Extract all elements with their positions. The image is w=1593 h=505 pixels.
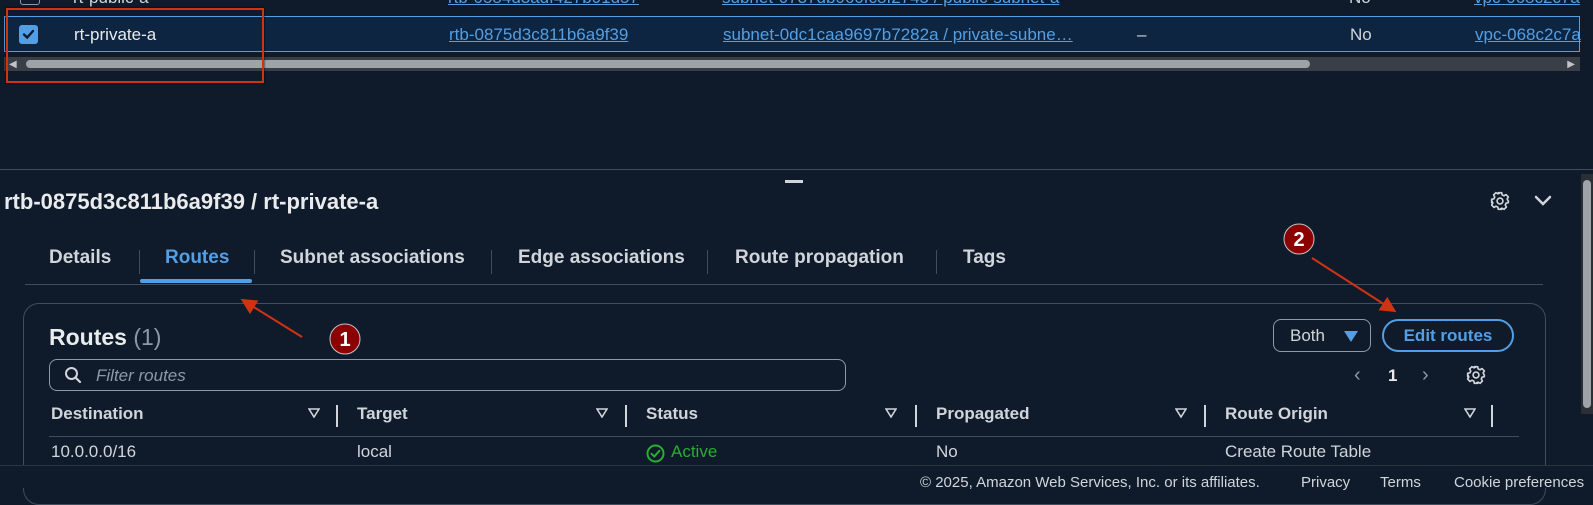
vpc-link[interactable]: vpc-068c2c7a — [1474, 0, 1580, 8]
tab-details[interactable]: Details — [49, 247, 111, 269]
sort-icon[interactable] — [885, 408, 897, 418]
row-name: rt-public-a — [73, 0, 149, 8]
details-split-panel: rtb-0875d3c811b6a9f39 / rt-private-a Det… — [0, 169, 1593, 505]
tab-subnet-associations[interactable]: Subnet associations — [280, 247, 465, 269]
row-edge: – — [1137, 25, 1147, 44]
gear-icon[interactable] — [1490, 191, 1510, 211]
scrollbar-thumb[interactable] — [1583, 180, 1591, 408]
row-main: No — [1350, 25, 1372, 44]
tab-divider — [936, 250, 937, 274]
footer: © 2025, Amazon Web Services, Inc. or its… — [0, 465, 1593, 491]
column-header-status[interactable]: Status — [646, 404, 698, 424]
search-input[interactable] — [94, 365, 838, 387]
current-page[interactable]: 1 — [1388, 366, 1397, 386]
rtb-id-link[interactable]: rtb-0875d3c811b6a9f39 — [449, 25, 628, 45]
column-divider[interactable] — [915, 405, 917, 427]
cell-status: Active — [671, 442, 718, 461]
tab-divider — [707, 250, 708, 274]
page-title: rtb-0875d3c811b6a9f39 / rt-private-a — [4, 189, 379, 214]
search-icon — [65, 367, 82, 384]
sort-icon[interactable] — [1464, 408, 1476, 418]
copyright-text: © 2025, Amazon Web Services, Inc. or its… — [920, 474, 1260, 491]
cell-destination: 10.0.0.0/16 — [51, 442, 137, 461]
check-circle-icon — [646, 444, 665, 463]
active-tab-indicator — [140, 279, 252, 283]
route-tables-list: rt-public-a rtb-0584d3adf427b01d57 subne… — [0, 0, 1593, 170]
table-header: Destination Target Status Propagated Rou… — [49, 402, 1519, 437]
column-divider[interactable] — [625, 405, 627, 427]
routes-heading: Routes (1) — [49, 324, 161, 351]
route-filter-dropdown[interactable]: Both — [1273, 319, 1371, 352]
column-header-route-origin[interactable]: Route Origin — [1225, 404, 1328, 424]
tab-divider — [254, 250, 255, 274]
column-header-target[interactable]: Target — [357, 404, 408, 424]
tab-divider — [139, 250, 140, 274]
tab-routes[interactable]: Routes — [165, 247, 229, 269]
subnet-link[interactable]: subnet-0dc1caa9697b7282a / private-subne… — [723, 25, 1073, 45]
routes-heading-label: Routes — [49, 324, 127, 350]
chevron-right-icon[interactable]: › — [1422, 364, 1429, 387]
vertical-scrollbar[interactable] — [1581, 174, 1593, 414]
sort-icon[interactable] — [1175, 408, 1187, 418]
cookie-preferences-link[interactable]: Cookie preferences — [1454, 474, 1584, 491]
tab-route-propagation[interactable]: Route propagation — [735, 247, 904, 269]
chevron-left-icon[interactable]: ‹ — [1354, 364, 1361, 387]
row-main: No — [1349, 0, 1371, 8]
privacy-link[interactable]: Privacy — [1301, 474, 1350, 491]
rtb-id-link[interactable]: rtb-0584d3adf427b01d57 — [448, 0, 639, 8]
gear-icon[interactable] — [1466, 365, 1486, 385]
tab-divider — [491, 250, 492, 274]
column-divider[interactable] — [1491, 405, 1493, 427]
row-checkbox[interactable] — [20, 0, 40, 5]
column-divider[interactable] — [336, 405, 338, 427]
cell-propagated: No — [936, 442, 958, 461]
subnet-link[interactable]: subnet-0737db060fc8f2745 / public-subnet… — [722, 0, 1059, 8]
tab-edge-associations[interactable]: Edge associations — [518, 247, 685, 269]
vpc-link[interactable]: vpc-068c2c7a — [1475, 25, 1581, 45]
edit-routes-button[interactable]: Edit routes — [1382, 319, 1514, 352]
terms-link[interactable]: Terms — [1380, 474, 1421, 491]
scroll-right-icon[interactable]: ▶ — [1567, 59, 1575, 70]
column-header-destination[interactable]: Destination — [51, 404, 144, 424]
highlight-box — [6, 8, 264, 83]
search-field[interactable] — [49, 359, 846, 391]
cell-route-origin: Create Route Table — [1225, 442, 1372, 461]
routes-count: (1) — [133, 324, 162, 350]
chevron-down-icon[interactable] — [1534, 193, 1552, 207]
dropdown-value: Both — [1290, 326, 1325, 345]
caret-down-icon — [1344, 331, 1358, 342]
column-header-propagated[interactable]: Propagated — [936, 404, 1030, 424]
resize-handle[interactable] — [785, 180, 803, 183]
column-divider[interactable] — [1204, 405, 1206, 427]
tab-list: Details Routes Subnet associations Edge … — [25, 242, 1543, 285]
cell-target: local — [357, 442, 392, 461]
sort-icon[interactable] — [596, 408, 608, 418]
sort-icon[interactable] — [308, 408, 320, 418]
tab-tags[interactable]: Tags — [963, 247, 1006, 269]
